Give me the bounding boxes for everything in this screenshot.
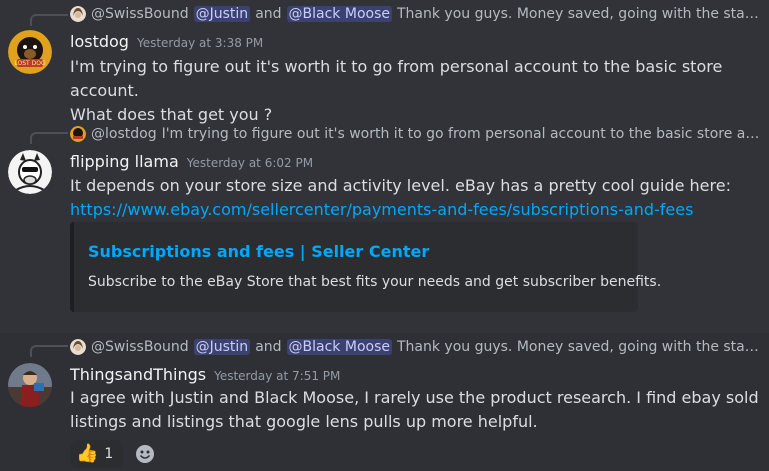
message-line: listings and listings that google lens p… bbox=[70, 412, 538, 431]
reaction-thumbs-up[interactable]: 👍 1 bbox=[70, 440, 124, 468]
reply-preview[interactable]: @lostdog I'm trying to figure out it's w… bbox=[70, 124, 760, 144]
reaction-count: 1 bbox=[104, 446, 114, 462]
lostdog-avatar[interactable]: LOST DOG bbox=[8, 30, 52, 74]
message-line: It depends on your store size and activi… bbox=[70, 176, 731, 195]
reply-connector bbox=[30, 14, 68, 26]
reply-and: and bbox=[255, 6, 282, 22]
reply-text[interactable]: Thank you guys. Money saved, going with … bbox=[397, 6, 760, 22]
mention-justin[interactable]: @Justin bbox=[193, 339, 251, 355]
mention-black-moose[interactable]: @Black Moose bbox=[286, 339, 392, 355]
message-lostdog: @SwissBound @Justin and @Black Moose Tha… bbox=[0, 0, 769, 124]
link-embed: Subscriptions and fees | Seller Center S… bbox=[70, 222, 661, 312]
author-name[interactable]: flipping llama bbox=[70, 152, 179, 171]
author-name[interactable]: ThingsandThings bbox=[70, 365, 206, 384]
timestamp[interactable]: Yesterday at 3:38 PM bbox=[137, 36, 263, 50]
mention-black-moose[interactable]: @Black Moose bbox=[286, 6, 392, 22]
message-content: I'm trying to figure out it's worth it t… bbox=[70, 55, 760, 127]
reply-and: and bbox=[255, 339, 282, 355]
message-content: It depends on your store size and activi… bbox=[70, 174, 760, 222]
swissbound-avatar bbox=[70, 6, 86, 22]
reply-text[interactable]: Thank you guys. Money saved, going with … bbox=[397, 339, 760, 355]
svg-text:LOST DOG: LOST DOG bbox=[14, 60, 46, 67]
mention-justin[interactable]: @Justin bbox=[193, 6, 251, 22]
smiley-add-icon[interactable] bbox=[134, 443, 156, 465]
reply-author[interactable]: @SwissBound bbox=[91, 339, 189, 355]
timestamp[interactable]: Yesterday at 7:51 PM bbox=[214, 369, 340, 383]
reply-connector bbox=[30, 345, 68, 357]
message-link[interactable]: https://www.ebay.com/sellercenter/paymen… bbox=[70, 198, 760, 222]
reply-connector bbox=[30, 132, 68, 144]
embed-description: Subscribe to the eBay Store that best fi… bbox=[88, 274, 662, 290]
timestamp[interactable]: Yesterday at 6:02 PM bbox=[187, 156, 313, 170]
author-name[interactable]: lostdog bbox=[70, 32, 129, 51]
flipping-llama-avatar[interactable] bbox=[8, 150, 52, 194]
reply-author[interactable]: @SwissBound bbox=[91, 6, 189, 22]
reply-preview[interactable]: @SwissBound @Justin and @Black Moose Tha… bbox=[70, 4, 760, 24]
reply-author[interactable]: @lostdog bbox=[91, 126, 157, 142]
lostdog-mini-avatar bbox=[70, 126, 86, 142]
thingsandthings-avatar[interactable] bbox=[8, 363, 52, 407]
embed-title[interactable]: Subscriptions and fees | Seller Center bbox=[88, 242, 429, 261]
thumbs-up-icon: 👍 bbox=[76, 443, 99, 464]
message-content: I agree with Justin and Black Moose, I r… bbox=[70, 386, 760, 434]
message-line: I agree with Justin and Black Moose, I r… bbox=[70, 388, 759, 407]
reply-preview[interactable]: @SwissBound @Justin and @Black Moose Tha… bbox=[70, 337, 760, 357]
swissbound-avatar bbox=[70, 339, 86, 355]
reply-text[interactable]: I'm trying to figure out it's worth it t… bbox=[162, 126, 760, 142]
message-line: I'm trying to figure out it's worth it t… bbox=[70, 57, 723, 100]
